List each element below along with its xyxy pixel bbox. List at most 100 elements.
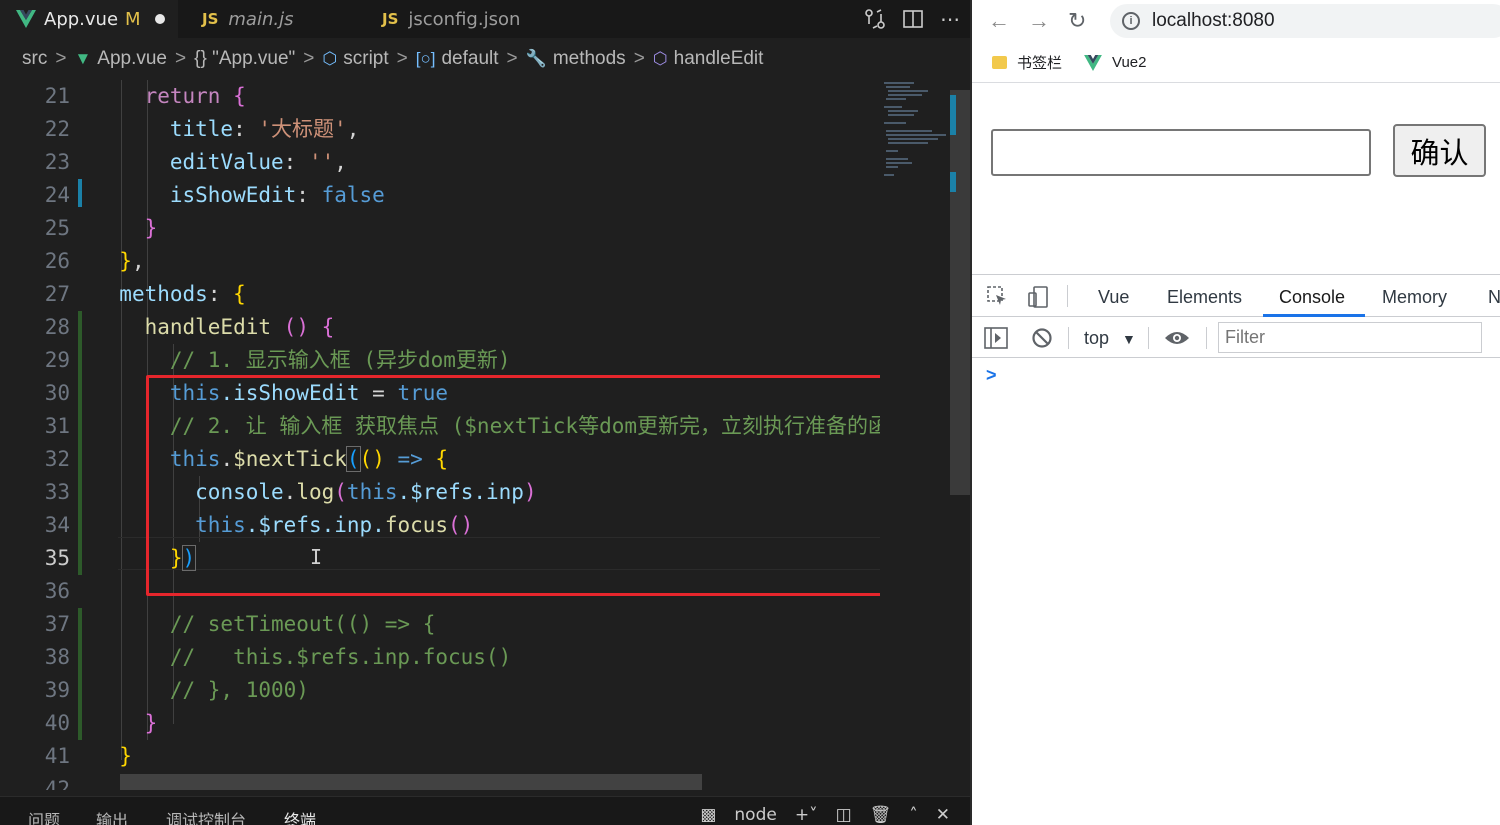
device-toolbar-icon[interactable] (1026, 285, 1050, 309)
bookmarks-bar: 书签栏 Vue2 (972, 43, 1500, 83)
close-icon[interactable]: ✕ (936, 805, 950, 825)
breadcrumb-item-src[interactable]: src (22, 48, 47, 70)
terminal-icon: ▩ (700, 805, 717, 825)
bookmark-label: 书签栏 (1017, 55, 1063, 72)
cube-icon: ⬡ (322, 49, 338, 68)
horizontal-scrollbar-thumb[interactable] (120, 774, 702, 790)
inspect-element-icon[interactable] (986, 285, 1008, 307)
console-prompt-icon[interactable]: > (986, 365, 997, 386)
tab-label: main.js (228, 8, 294, 30)
bookmark-label: Vue2 (1112, 54, 1147, 71)
code-line: 41 } (44, 744, 132, 768)
console-toolbar: top ▼ (972, 318, 1500, 358)
breadcrumb-item-script[interactable]: script (343, 48, 388, 70)
devtools-tab-more[interactable]: N (1488, 287, 1500, 308)
code-line: 29 // 1. 显示输入框 (异步dom更新) (44, 348, 511, 372)
vue-file-icon: ▼ (74, 49, 92, 68)
breadcrumb-item-handleedit[interactable]: handleEdit (674, 48, 764, 70)
method-icon: ⬡ (652, 49, 668, 68)
console-filter-input[interactable] (1218, 322, 1482, 353)
bookmark-vue2[interactable]: Vue2 (1084, 54, 1147, 71)
trash-icon[interactable]: 🗑 (870, 805, 892, 825)
scrollbar-thumb[interactable] (950, 90, 970, 495)
maximize-icon[interactable]: ˄ (909, 805, 918, 825)
more-actions-icon[interactable]: ⋯ (940, 7, 960, 31)
chevron-right-icon: > (506, 48, 518, 69)
modified-indicator: M (125, 8, 141, 30)
breadcrumb-item-methods[interactable]: methods (553, 48, 626, 70)
edit-input[interactable] (991, 129, 1371, 176)
eye-icon[interactable] (1164, 329, 1190, 347)
text-cursor-icon: I (310, 545, 323, 569)
tab-output[interactable]: 输出 (96, 807, 128, 825)
vertical-scrollbar[interactable] (950, 80, 970, 790)
context-selector[interactable]: top ▼ (1084, 328, 1136, 349)
editor-tab-bar: App.vue M JS main.js JS jsconfig.json ⋯ (0, 0, 970, 38)
code-line: 22 title: '大标题', (44, 117, 360, 141)
tab-problems[interactable]: 问题 (28, 807, 60, 825)
code-line: 26 }, (44, 249, 145, 273)
code-line: 21 return { (44, 84, 246, 108)
red-highlight-box (146, 375, 896, 596)
vue-file-icon (16, 10, 36, 28)
panel-actions: ▩ node +˅ ◫ 🗑 ˄ ✕ (700, 805, 950, 825)
clear-console-icon[interactable] (1031, 327, 1053, 349)
terminal-name[interactable]: node (734, 805, 776, 825)
code-line: 23 editValue: '', (44, 150, 347, 174)
devtools-tab-memory[interactable]: Memory (1382, 287, 1447, 308)
code-line: 24 isShowEdit: false (44, 183, 385, 207)
devtools-tab-console[interactable]: Console (1279, 287, 1345, 308)
breadcrumb-item-default[interactable]: default (441, 48, 498, 70)
devtools-tab-vue[interactable]: Vue (1098, 287, 1129, 308)
vue-logo-icon (1084, 54, 1102, 71)
code-editor-window: App.vue M JS main.js JS jsconfig.json ⋯ (0, 0, 970, 825)
tab-terminal[interactable]: 终端 (284, 807, 316, 825)
sidebar-toggle-icon[interactable] (984, 327, 1008, 349)
address-bar[interactable]: i localhost:8080 (1110, 4, 1500, 38)
code-line: 37 // setTimeout(() => { (44, 612, 436, 636)
code-line: 40 } (44, 711, 158, 735)
bookmark-folder[interactable]: 书签栏 (992, 52, 1062, 73)
info-icon[interactable]: i (1122, 12, 1140, 30)
context-label: top (1084, 328, 1110, 348)
chevron-right-icon: > (633, 48, 645, 69)
devtools-panel: Vue Elements Console Memory N top ▼ Filt… (972, 274, 1500, 825)
code-line: 25 } (44, 216, 158, 240)
breadcrumb-item-file[interactable]: App.vue (97, 48, 167, 70)
tab-label: jsconfig.json (408, 8, 521, 30)
folder-icon (992, 56, 1007, 69)
split-terminal-icon[interactable]: ◫ (836, 805, 852, 825)
toolbar-divider (1206, 327, 1207, 349)
tab-app-vue[interactable]: App.vue M (0, 0, 178, 38)
dropdown-arrow-icon: ▼ (1122, 331, 1136, 347)
scroll-change-marker (950, 95, 956, 135)
reload-icon[interactable]: ↻ (1068, 8, 1086, 34)
code-line: 27 methods: { (44, 282, 246, 306)
editor-actions: ⋯ (864, 0, 960, 38)
tab-jsconfig-json[interactable]: JS jsconfig.json (366, 0, 560, 38)
toolbar-divider (1068, 327, 1069, 349)
confirm-button[interactable]: 确认 (1393, 124, 1486, 177)
unsaved-dot-icon[interactable] (154, 14, 165, 24)
scroll-change-marker (950, 172, 956, 192)
back-arrow-icon[interactable]: ← (988, 8, 1010, 34)
compare-changes-icon[interactable] (864, 8, 886, 30)
split-editor-icon[interactable] (902, 8, 924, 30)
url-text: localhost:8080 (1152, 10, 1275, 31)
tab-label: App.vue (44, 8, 119, 30)
chevron-right-icon: > (303, 48, 315, 69)
active-tab-indicator (1263, 314, 1365, 317)
js-file-icon: JS (202, 10, 219, 28)
js-file-icon: JS (382, 10, 399, 28)
chevron-right-icon: > (175, 48, 187, 69)
forward-arrow-icon[interactable]: → (1028, 8, 1050, 34)
breadcrumb: src > ▼ App.vue > {} "App.vue" > ⬡ scrip… (0, 38, 970, 80)
add-terminal-icon[interactable]: +˅ (795, 805, 818, 825)
toolbar-divider (1148, 327, 1149, 349)
panel-tab-bar: 问题 输出 调试控制台 终端 ▩ node +˅ ◫ 🗑 ˄ ✕ (0, 796, 970, 825)
tab-main-js[interactable]: JS main.js (186, 0, 362, 38)
breadcrumb-item-module[interactable]: {} "App.vue" (194, 48, 295, 70)
minimap[interactable] (880, 80, 950, 790)
tab-debug-console[interactable]: 调试控制台 (166, 807, 246, 825)
devtools-tab-elements[interactable]: Elements (1167, 287, 1242, 308)
